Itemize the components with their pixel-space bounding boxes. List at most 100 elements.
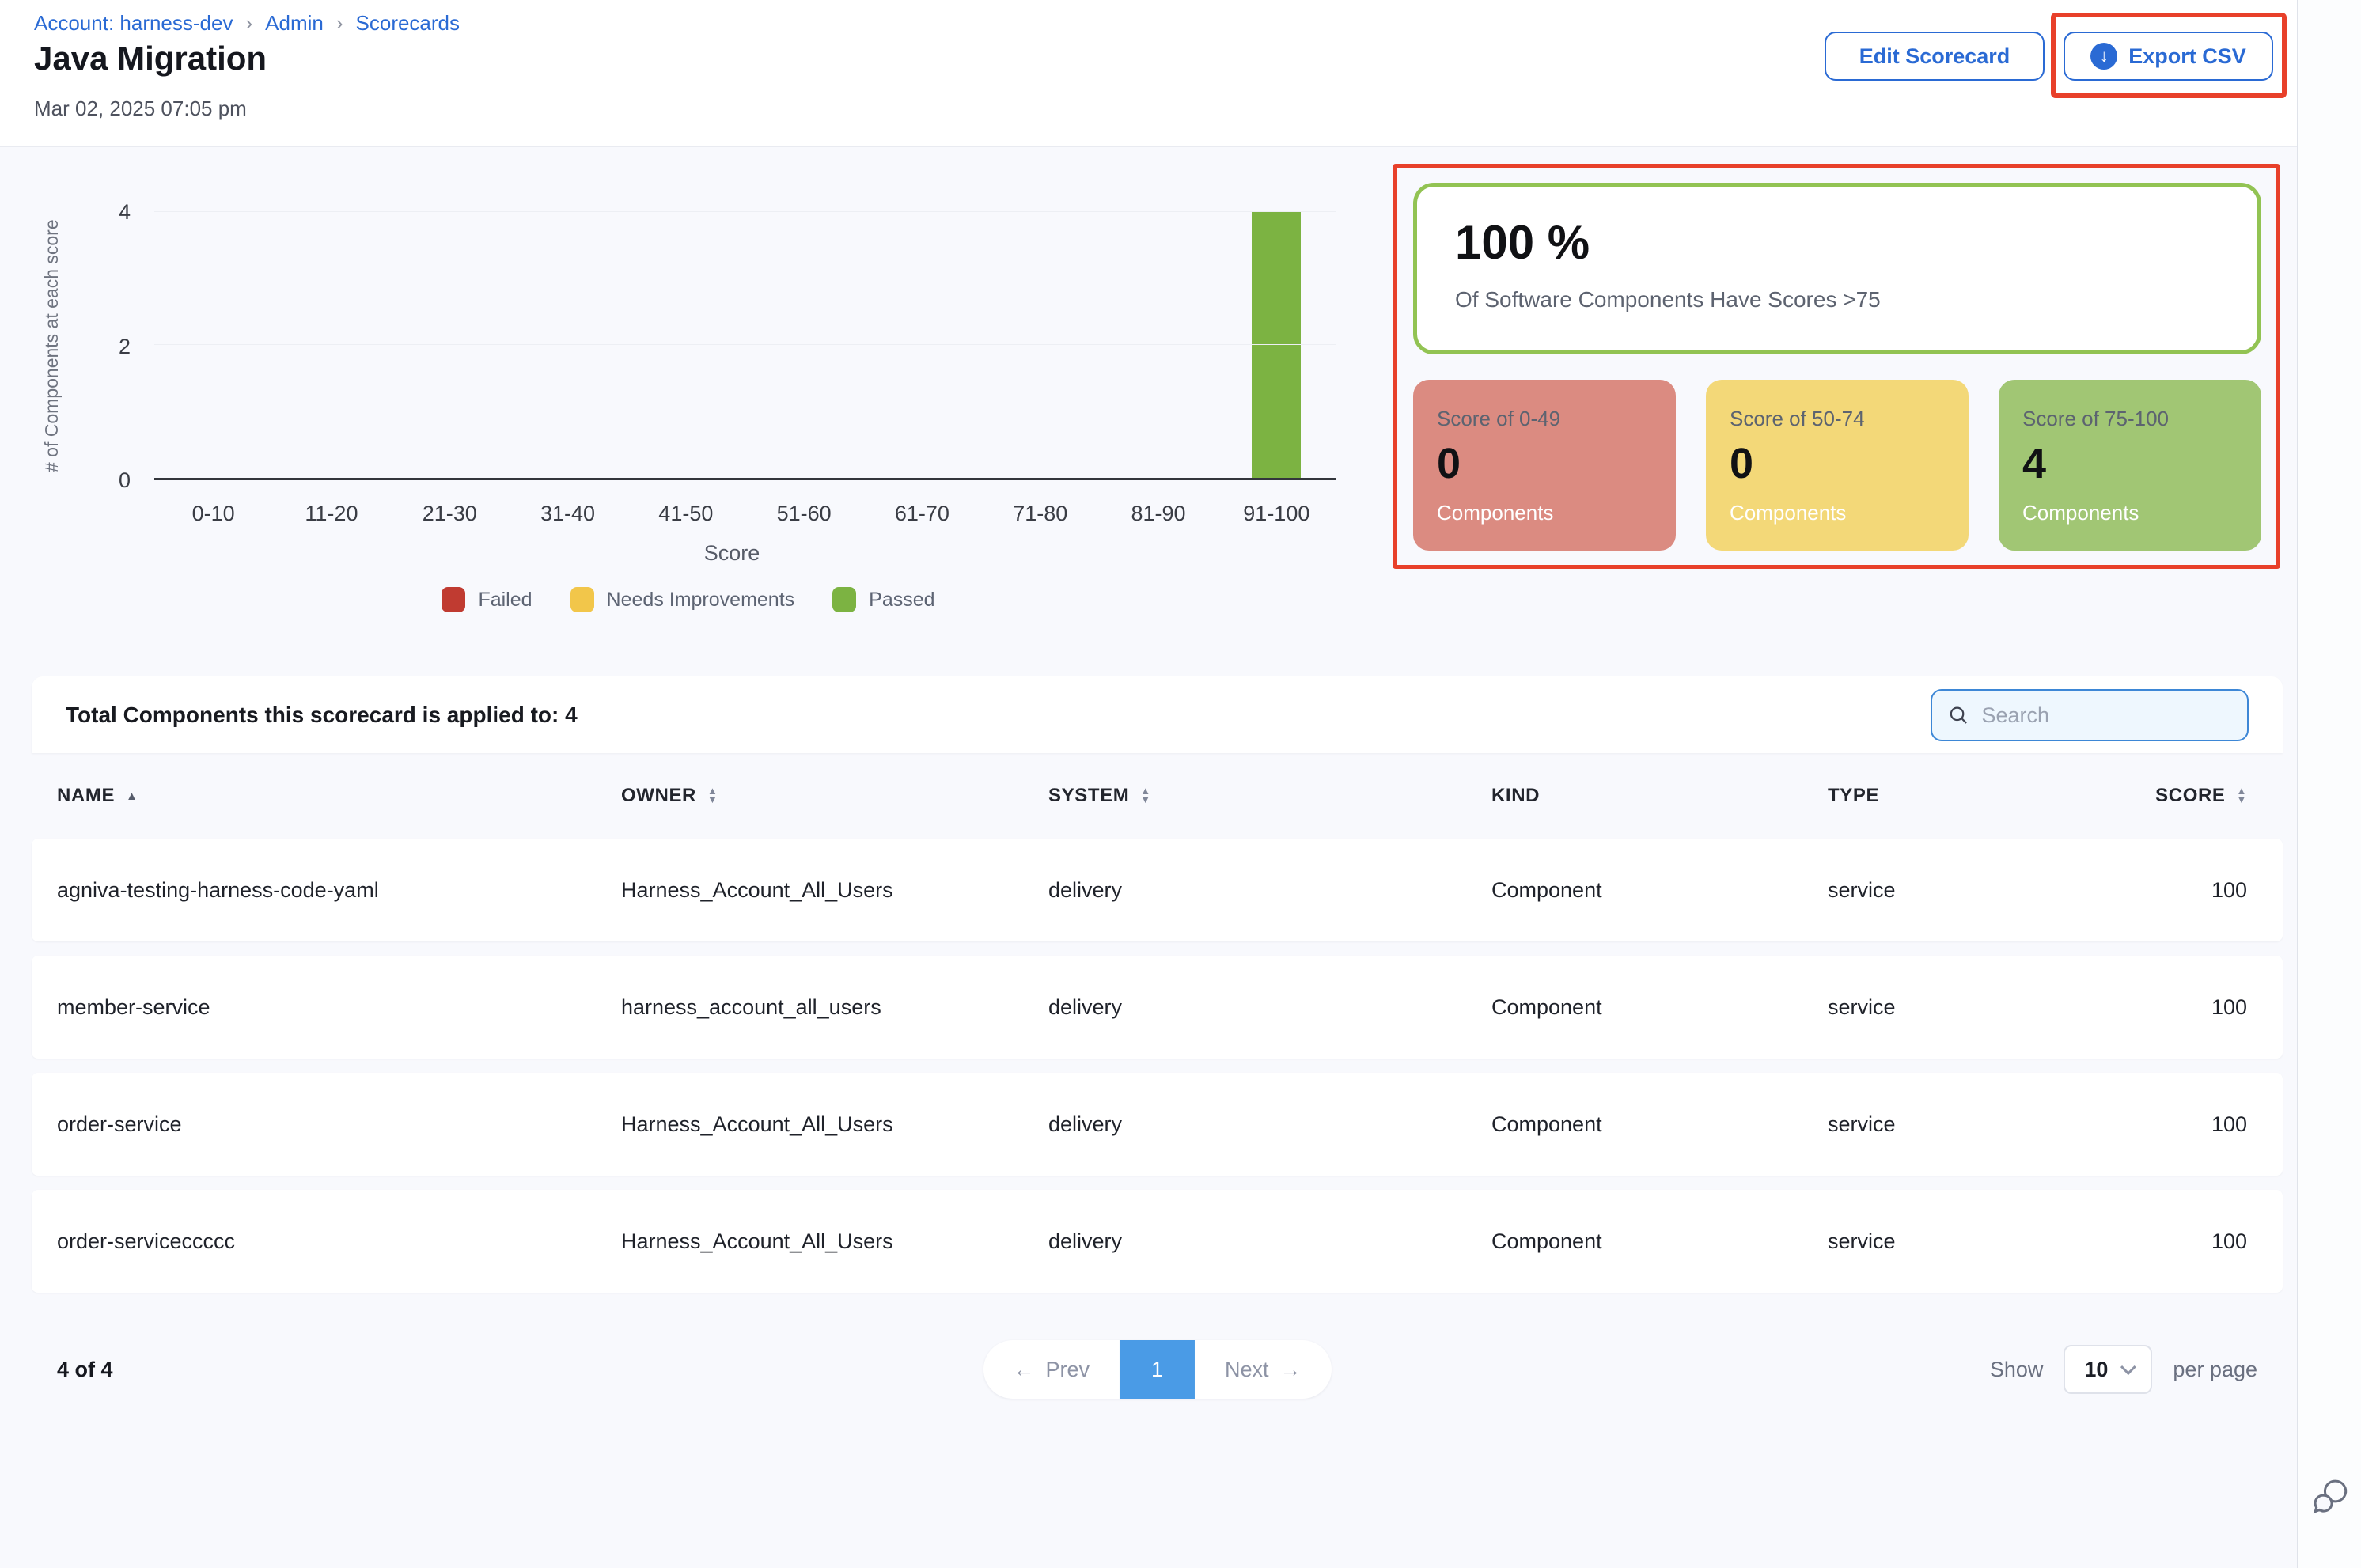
score-range-label: Components xyxy=(1437,501,1652,525)
x-tick-label: 91-100 xyxy=(1218,502,1336,526)
breadcrumb-separator: › xyxy=(245,11,252,36)
search-box[interactable] xyxy=(1931,689,2249,741)
score-range-cards: Score of 0-490ComponentsScore of 50-740C… xyxy=(1413,380,2261,551)
cell-owner: harness_account_all_users xyxy=(621,995,1048,1020)
score-range-label: Components xyxy=(2022,501,2238,525)
cell-type: service xyxy=(1828,995,2146,1020)
page-header: Account: harness-dev›Admin›Scorecards Ja… xyxy=(0,0,2297,147)
breadcrumb-link[interactable]: Scorecards xyxy=(356,11,460,36)
legend-swatch xyxy=(442,587,465,612)
chart-bar-column xyxy=(272,212,390,478)
sort-ascending-icon[interactable]: ▲ xyxy=(126,790,138,803)
search-input[interactable] xyxy=(1981,703,2231,728)
next-page-button[interactable]: Next → xyxy=(1195,1340,1332,1399)
chart-gridline xyxy=(154,344,1336,345)
score-range-title: Score of 75-100 xyxy=(2022,407,2238,431)
x-tick-label: 21-30 xyxy=(391,502,509,526)
table-row[interactable]: agniva-testing-harness-code-yamlHarness_… xyxy=(32,839,2283,941)
legend-item: Failed xyxy=(442,587,532,612)
page-size-value: 10 xyxy=(2084,1358,2108,1382)
page-size-control: Show 10 per page xyxy=(1990,1339,2257,1400)
page-title: Java Migration xyxy=(34,40,267,78)
x-tick-label: 51-60 xyxy=(745,502,862,526)
score-range-card: Score of 50-740Components xyxy=(1706,380,1969,551)
chart-bars xyxy=(154,212,1336,478)
breadcrumb-link[interactable]: Account: harness-dev xyxy=(34,11,233,36)
prev-page-button[interactable]: ← Prev xyxy=(983,1340,1120,1399)
chat-icon xyxy=(2309,1475,2353,1519)
column-header-label: TYPE xyxy=(1828,785,1879,807)
main-content: Account: harness-dev›Admin›Scorecards Ja… xyxy=(0,0,2298,1568)
cell-system: delivery xyxy=(1048,1229,1491,1254)
chart-bar-column xyxy=(863,212,981,478)
x-tick-label: 81-90 xyxy=(1099,502,1217,526)
y-tick-label: 2 xyxy=(87,335,131,359)
legend-swatch xyxy=(570,587,594,612)
cell-type: service xyxy=(1828,1229,2146,1254)
table-summary-card: Total Components this scorecard is appli… xyxy=(32,676,2283,753)
score-range-count: 4 xyxy=(2022,439,2238,488)
table-row[interactable]: member-serviceharness_account_all_usersd… xyxy=(32,956,2283,1059)
table-row[interactable]: order-servicecccccHarness_Account_All_Us… xyxy=(32,1190,2283,1293)
breadcrumb-link[interactable]: Admin xyxy=(265,11,324,36)
export-csv-button[interactable]: ↓ Export CSV xyxy=(2064,32,2273,81)
column-header-system[interactable]: SYSTEM ▲▼ xyxy=(1048,785,1491,807)
cell-score: 100 xyxy=(2146,995,2247,1020)
page-size-select[interactable]: 10 xyxy=(2064,1345,2152,1394)
cell-owner: Harness_Account_All_Users xyxy=(621,1112,1048,1137)
score-range-card: Score of 0-490Components xyxy=(1413,380,1676,551)
column-header-label: SYSTEM xyxy=(1048,785,1129,807)
edit-scorecard-label: Edit Scorecard xyxy=(1859,44,2010,69)
column-header-label: OWNER xyxy=(621,785,696,807)
sort-icon[interactable]: ▲▼ xyxy=(707,787,718,804)
pagination-summary: 4 of 4 xyxy=(57,1339,113,1400)
chart-bar-column xyxy=(509,212,627,478)
legend-label: Failed xyxy=(478,589,532,612)
table-row[interactable]: order-serviceHarness_Account_All_Usersde… xyxy=(32,1073,2283,1176)
column-header-type[interactable]: TYPE xyxy=(1828,785,2146,807)
x-tick-label: 41-50 xyxy=(627,502,745,526)
chart-bar-column xyxy=(154,212,272,478)
cell-name: order-service xyxy=(57,1112,621,1137)
cell-type: service xyxy=(1828,1112,2146,1137)
column-header-name[interactable]: NAME▲ xyxy=(57,785,621,807)
edit-scorecard-button[interactable]: Edit Scorecard xyxy=(1825,32,2045,81)
legend-label: Needs Improvements xyxy=(607,589,795,612)
score-range-label: Components xyxy=(1730,501,1945,525)
cell-score: 100 xyxy=(2146,1112,2247,1137)
cell-name: order-serviceccccc xyxy=(57,1229,621,1254)
chart-bar-column xyxy=(745,212,862,478)
cell-name: member-service xyxy=(57,995,621,1020)
page-number-button[interactable]: 1 xyxy=(1120,1340,1195,1399)
column-header-kind[interactable]: KIND xyxy=(1491,785,1828,807)
cell-system: delivery xyxy=(1048,878,1491,903)
chart-gridline xyxy=(154,211,1336,212)
chart-bar-column xyxy=(1099,212,1217,478)
pagination-pill: ← Prev 1 Next → xyxy=(983,1340,1331,1399)
chat-help-button[interactable] xyxy=(2309,1475,2353,1519)
page-date: Mar 02, 2025 07:05 pm xyxy=(34,97,247,121)
chart-bar-column xyxy=(391,212,509,478)
cell-type: service xyxy=(1828,878,2146,903)
x-tick-label: 0-10 xyxy=(154,502,272,526)
cell-kind: Component xyxy=(1491,995,1828,1020)
column-header-score[interactable]: SCORE▲▼ xyxy=(2146,785,2247,807)
cell-kind: Component xyxy=(1491,1112,1828,1137)
legend-item: Needs Improvements xyxy=(570,587,795,612)
chart-y-axis-title: # of Components at each score xyxy=(41,212,68,480)
x-tick-label: 61-70 xyxy=(863,502,981,526)
highlight-description: Of Software Components Have Scores >75 xyxy=(1455,287,2257,312)
sort-icon[interactable]: ▲▼ xyxy=(2237,787,2247,804)
score-range-title: Score of 0-49 xyxy=(1437,407,1652,431)
chart-y-ticks: 024 xyxy=(87,212,146,480)
cell-score: 100 xyxy=(2146,1229,2247,1254)
score-range-count: 0 xyxy=(1730,439,1945,488)
pagination-bar: 4 of 4 ← Prev 1 Next → Show 10 per page xyxy=(32,1339,2283,1400)
column-header-owner[interactable]: OWNER ▲▼ xyxy=(621,785,1048,807)
score-distribution-chart xyxy=(154,212,1336,480)
sort-icon[interactable]: ▲▼ xyxy=(1140,787,1150,804)
chart-x-axis-title: Score xyxy=(154,541,1309,566)
cell-system: delivery xyxy=(1048,995,1491,1020)
scorecard-page: Account: harness-dev›Admin›Scorecards Ja… xyxy=(0,0,2361,1568)
cell-kind: Component xyxy=(1491,1229,1828,1254)
